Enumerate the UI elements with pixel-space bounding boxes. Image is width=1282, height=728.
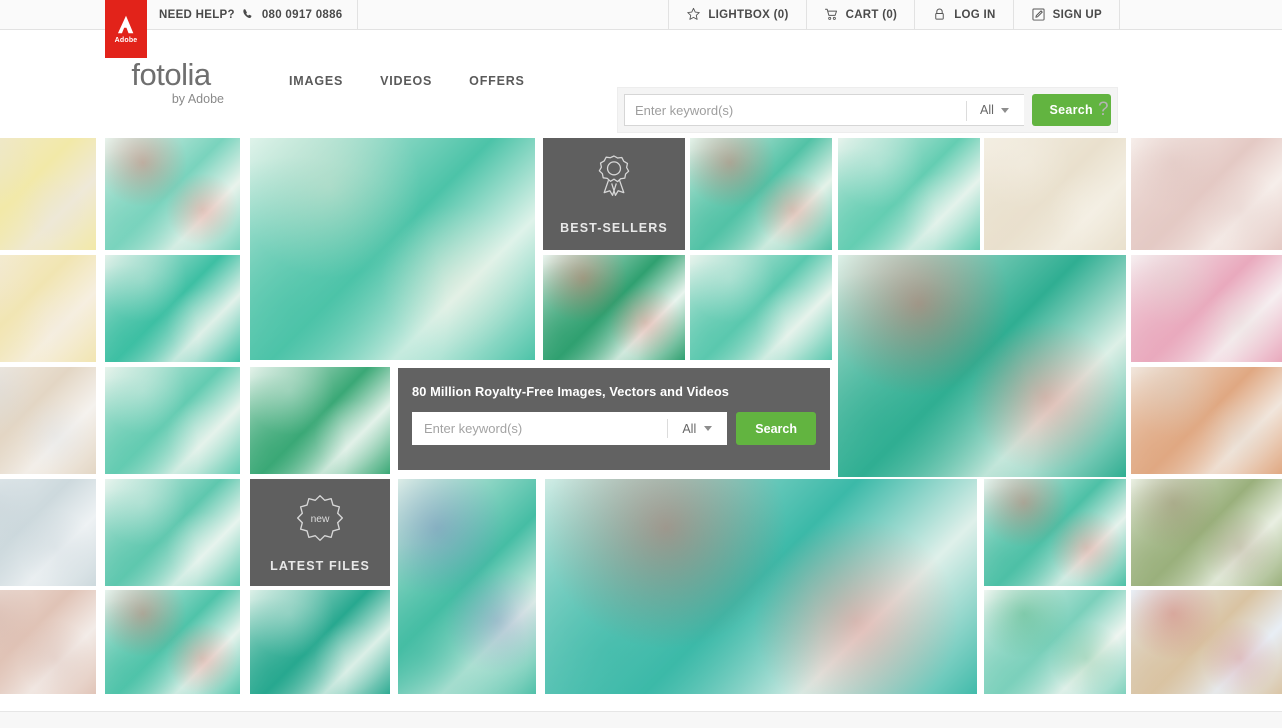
svg-text:new: new: [311, 514, 330, 525]
teal-frosting-candy-1[interactable]: [105, 138, 240, 250]
adobe-a-icon: [115, 14, 137, 35]
lock-icon: [932, 7, 947, 22]
phone-number[interactable]: 080 0917 0886: [262, 9, 343, 21]
nav-item-videos[interactable]: VIDEOS: [380, 74, 432, 88]
latest-files-promo[interactable]: new LATEST FILES: [250, 479, 390, 586]
header-search-field[interactable]: [624, 94, 966, 126]
fotolia-logo[interactable]: fotolia by Adobe: [116, 58, 226, 106]
new-burst-icon: new: [295, 493, 345, 543]
cart-label: CART (0): [846, 9, 898, 21]
footer-whitespace: [0, 694, 1282, 711]
award-ribbon-icon: [591, 153, 637, 205]
teal-frosting-candy-3[interactable]: [690, 138, 832, 250]
help-question-icon[interactable]: ?: [1098, 99, 1109, 121]
hero-filter-value: All: [682, 422, 696, 436]
designer-at-desk-photo[interactable]: [1131, 138, 1282, 250]
header-search-filter[interactable]: All: [966, 94, 1024, 126]
hero-search-field[interactable]: [412, 412, 667, 445]
teal-frosting-candy-15[interactable]: [984, 590, 1126, 694]
hero-search-input[interactable]: [412, 421, 667, 436]
latest-files-label: LATEST FILES: [270, 559, 370, 573]
teal-frosting-candy-12[interactable]: [984, 479, 1126, 586]
header-filter-value: All: [980, 103, 994, 117]
cream-swirl-photo[interactable]: [984, 138, 1126, 250]
climbing-wall-photo[interactable]: [0, 138, 96, 250]
main-navigation: IMAGES VIDEOS OFFERS: [289, 74, 525, 88]
teal-frosting-candy-13[interactable]: [105, 590, 240, 694]
teal-frosting-candy-11[interactable]: [398, 479, 536, 694]
chevron-down-icon: [704, 426, 712, 431]
cart-icon: [824, 7, 839, 22]
top-utility-bar: NEED HELP? 080 0917 0886 LIGHTBOX (0) CA…: [0, 0, 1282, 30]
footer-strip: [0, 711, 1282, 728]
need-help-label: NEED HELP?: [159, 9, 235, 21]
teal-frosting-candy-5[interactable]: [105, 255, 240, 362]
mountain-fog-photo[interactable]: [0, 479, 96, 586]
fotolia-wordmark: fotolia: [116, 58, 226, 92]
teal-frosting-candy-10[interactable]: [105, 479, 240, 586]
roast-chickens-photo[interactable]: [1131, 367, 1282, 474]
phone-icon: [242, 8, 255, 21]
best-sellers-label: BEST-SELLERS: [560, 221, 668, 235]
star-icon: [686, 7, 701, 22]
nav-item-images[interactable]: IMAGES: [289, 74, 343, 88]
teal-frosting-candy-2[interactable]: [250, 138, 535, 360]
header-search-input[interactable]: [625, 103, 966, 118]
need-help-block[interactable]: NEED HELP? 080 0917 0886: [147, 0, 358, 29]
best-sellers-promo[interactable]: BEST-SELLERS: [543, 138, 685, 250]
hero-search-panel: 80 Million Royalty-Free Images, Vectors …: [398, 368, 830, 470]
teal-frosting-candy-7[interactable]: [690, 255, 832, 360]
lightbox-button[interactable]: LIGHTBOX (0): [668, 0, 805, 29]
masthead: fotolia by Adobe IMAGES VIDEOS OFFERS Al…: [0, 30, 1282, 135]
lightbox-label: LIGHTBOX (0): [708, 9, 788, 21]
woman-yellow-bokeh[interactable]: [0, 255, 96, 362]
signup-label: SIGN UP: [1053, 9, 1102, 21]
teal-frosting-candy-6[interactable]: [543, 255, 685, 360]
image-mosaic-grid: BEST-SELLERS new LATEST FILES 80 Million R…: [0, 138, 1282, 694]
teal-frosting-candy-4[interactable]: [838, 138, 980, 250]
teal-frosting-bigtile-2[interactable]: [545, 479, 977, 694]
teal-frosting-candy-14[interactable]: [250, 590, 390, 694]
brown-bears-photo[interactable]: [1131, 479, 1282, 586]
couple-with-laptop[interactable]: [0, 367, 96, 474]
signup-icon: [1031, 7, 1046, 22]
teal-frosting-candy-8[interactable]: [105, 367, 240, 474]
adobe-logo-badge[interactable]: Adobe: [105, 0, 147, 58]
signup-button[interactable]: SIGN UP: [1013, 0, 1120, 29]
header-search-bar: All Search: [617, 87, 1118, 133]
nav-item-offers[interactable]: OFFERS: [469, 74, 525, 88]
pink-scooter-photo[interactable]: [1131, 255, 1282, 362]
adobe-wordmark: Adobe: [115, 37, 138, 44]
colored-pencils-photo[interactable]: [1131, 590, 1282, 694]
top-utility-nav: LIGHTBOX (0) CART (0) LOG IN: [668, 0, 1120, 29]
hero-search-filter[interactable]: All: [667, 412, 727, 445]
person-desert-sunset[interactable]: [0, 590, 96, 694]
chevron-down-icon: [1001, 108, 1009, 113]
teal-frosting-bigtile[interactable]: [838, 255, 1126, 477]
hero-search-row: All Search: [412, 412, 816, 445]
hero-search-button[interactable]: Search: [736, 412, 816, 445]
teal-frosting-candy-9[interactable]: [250, 367, 390, 474]
hero-title: 80 Million Royalty-Free Images, Vectors …: [412, 384, 816, 399]
login-button[interactable]: LOG IN: [914, 0, 1012, 29]
fotolia-byline: by Adobe: [116, 92, 226, 106]
login-label: LOG IN: [954, 9, 995, 21]
cart-button[interactable]: CART (0): [806, 0, 915, 29]
